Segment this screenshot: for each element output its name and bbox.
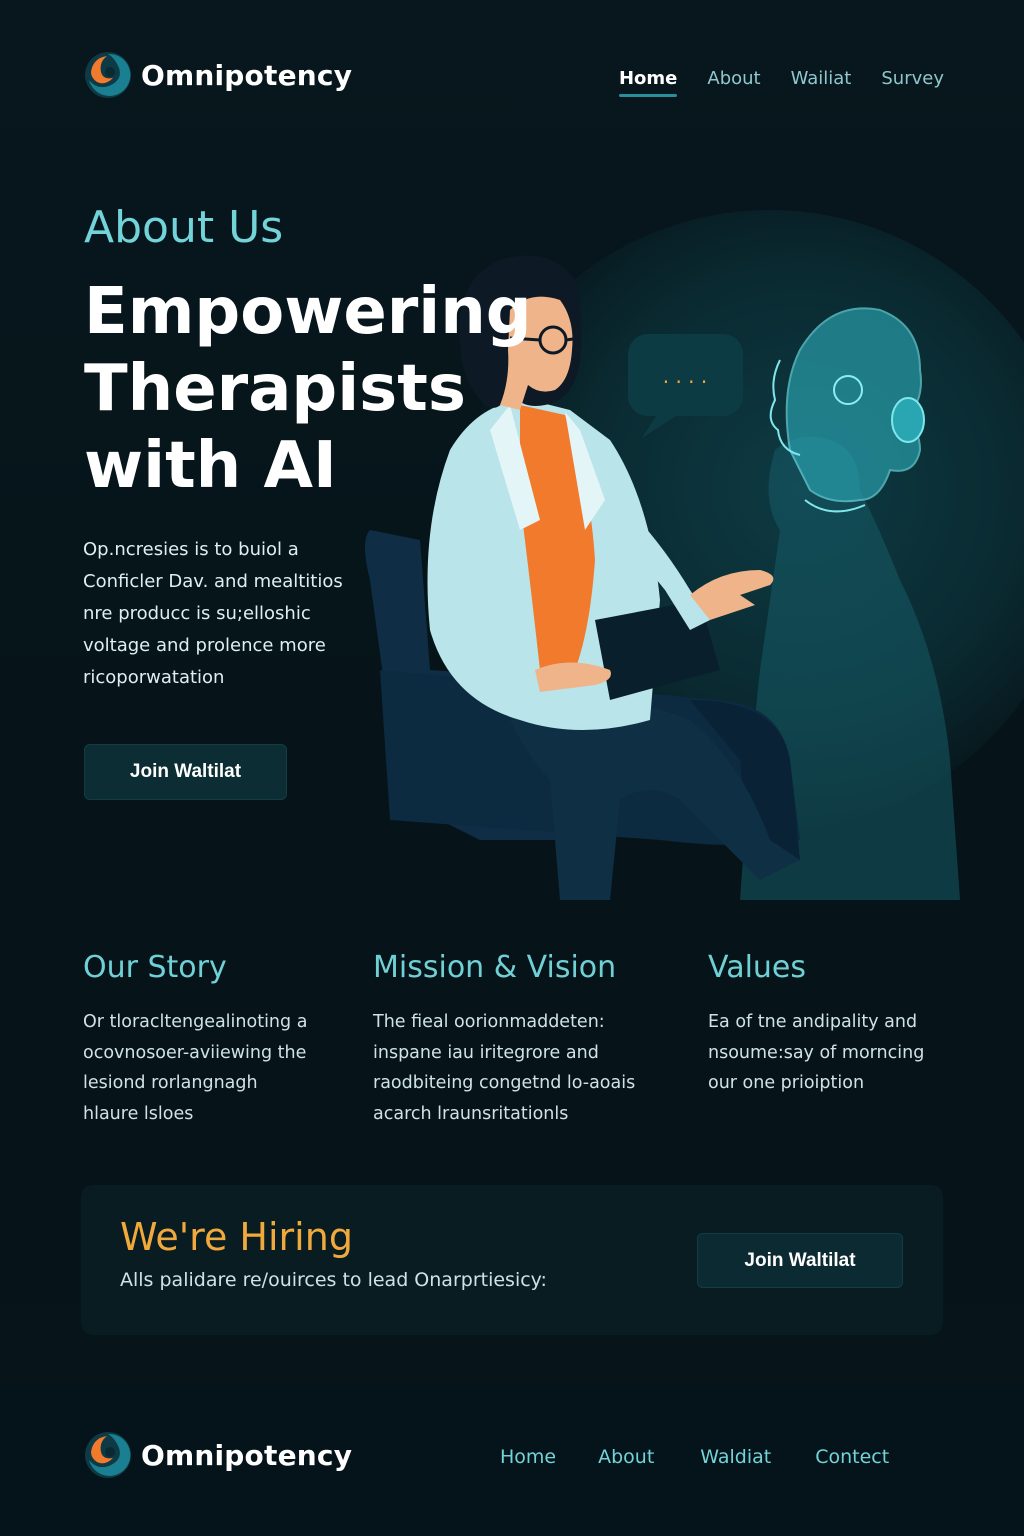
nav-item-survey[interactable]: Survey bbox=[881, 68, 944, 97]
nav-item-wailiat[interactable]: Wailiat bbox=[791, 68, 852, 97]
hero-section: . . . . About Us Empowering Therapists w… bbox=[0, 150, 1024, 910]
feature-title: Values bbox=[708, 950, 807, 985]
feature-title: Mission & Vision bbox=[373, 950, 617, 985]
hero-description-line: Op.ncresies is to buiol a bbox=[83, 539, 299, 560]
nav-item-home[interactable]: Home bbox=[618, 68, 678, 97]
feature-line: ocovnosoer-aviiewing the bbox=[83, 1042, 307, 1063]
feature-line: The fieal oorionmaddeten: bbox=[373, 1012, 605, 1032]
footer-brand-logo[interactable]: Omnipotency bbox=[83, 1430, 352, 1480]
hero-title-line: with AI bbox=[84, 429, 337, 503]
footer-nav-waldiat[interactable]: Waldiat bbox=[700, 1446, 771, 1468]
feature-mission-vision: Mission & Vision The fieal oorionmaddete… bbox=[373, 950, 673, 1129]
speech-bubble-dots: . . . . bbox=[663, 364, 708, 388]
footer-nav-contect[interactable]: Contect bbox=[815, 1446, 889, 1468]
about-page: Omnipotency Home About Wailiat Survey . … bbox=[0, 0, 1024, 1536]
hero-title-line: Therapists bbox=[84, 352, 466, 426]
feature-description: Or tloracltengealinoting a ocovnosoer-av… bbox=[83, 1007, 353, 1129]
hero-title: Empowering Therapists with AI bbox=[84, 274, 532, 505]
hero-title-line: Empowering bbox=[84, 275, 532, 349]
feature-line: raodbiteing congetnd lo-aoais bbox=[373, 1073, 636, 1093]
hero-description-line: ricoporwatation bbox=[83, 667, 225, 688]
main-nav: Home About Wailiat Survey bbox=[618, 68, 944, 97]
feature-description: The fieal oorionmaddeten: inspane iau ir… bbox=[373, 1007, 673, 1129]
hero-description-line: voltage and prolence more bbox=[83, 635, 326, 656]
feature-title: Our Story bbox=[83, 950, 227, 985]
hero-description-line: Conficler Dav. and mealtitios bbox=[83, 571, 343, 592]
feature-line: our one prioiption bbox=[708, 1073, 865, 1093]
footer-nav: Home About Waldiat Contect bbox=[500, 1446, 889, 1468]
swirl-logo-icon bbox=[85, 1432, 131, 1478]
swirl-logo-icon bbox=[85, 52, 131, 98]
feature-line: nsoume:say of morncing bbox=[708, 1042, 925, 1063]
feature-line: hlaure lsloes bbox=[83, 1103, 194, 1124]
feature-description: Ea of tne andipality and nsoume:say of m… bbox=[708, 1007, 958, 1099]
site-footer: Omnipotency Home About Waldiat Contect bbox=[0, 1384, 1024, 1536]
hero-eyebrow: About Us bbox=[84, 202, 284, 253]
feature-line: Or tloracltengealinoting a bbox=[83, 1012, 308, 1032]
site-header: Omnipotency Home About Wailiat Survey bbox=[0, 0, 1024, 160]
feature-values: Values Ea of tne andipality and nsoume:s… bbox=[708, 950, 958, 1099]
hiring-banner: We're Hiring Alls palidare re/ouirces to… bbox=[81, 1185, 943, 1335]
feature-line: Ea of tne andipality and bbox=[708, 1012, 918, 1032]
brand-name: Omnipotency bbox=[141, 58, 353, 92]
hiring-join-button[interactable]: Join Waltilat bbox=[697, 1233, 903, 1288]
footer-nav-home[interactable]: Home bbox=[500, 1446, 556, 1468]
nav-item-about[interactable]: About bbox=[707, 68, 760, 97]
feature-our-story: Our Story Or tloracltengealinoting a oco… bbox=[83, 950, 353, 1129]
footer-nav-about[interactable]: About bbox=[598, 1446, 654, 1468]
feature-line: lesiond rorlangnagh bbox=[83, 1073, 258, 1093]
hero-description-line: nre producc is su;elloshic bbox=[83, 603, 311, 624]
hiring-title: We're Hiring bbox=[120, 1215, 353, 1259]
footer-brand-name: Omnipotency bbox=[141, 1438, 353, 1472]
speech-bubble: . . . . bbox=[628, 334, 743, 438]
hiring-subtitle: Alls palidare re/ouirces to lead Onarprt… bbox=[120, 1269, 547, 1291]
hero-description: Op.ncresies is to buiol a Conficler Dav.… bbox=[83, 534, 373, 694]
feature-line: acarch lraunsritationls bbox=[373, 1103, 569, 1124]
features-section: Our Story Or tloracltengealinoting a oco… bbox=[0, 950, 1024, 1150]
hero-join-button[interactable]: Join Waltilat bbox=[84, 744, 287, 800]
brand-logo[interactable]: Omnipotency bbox=[83, 50, 352, 100]
feature-line: inspane iau iritegrore and bbox=[373, 1042, 599, 1063]
